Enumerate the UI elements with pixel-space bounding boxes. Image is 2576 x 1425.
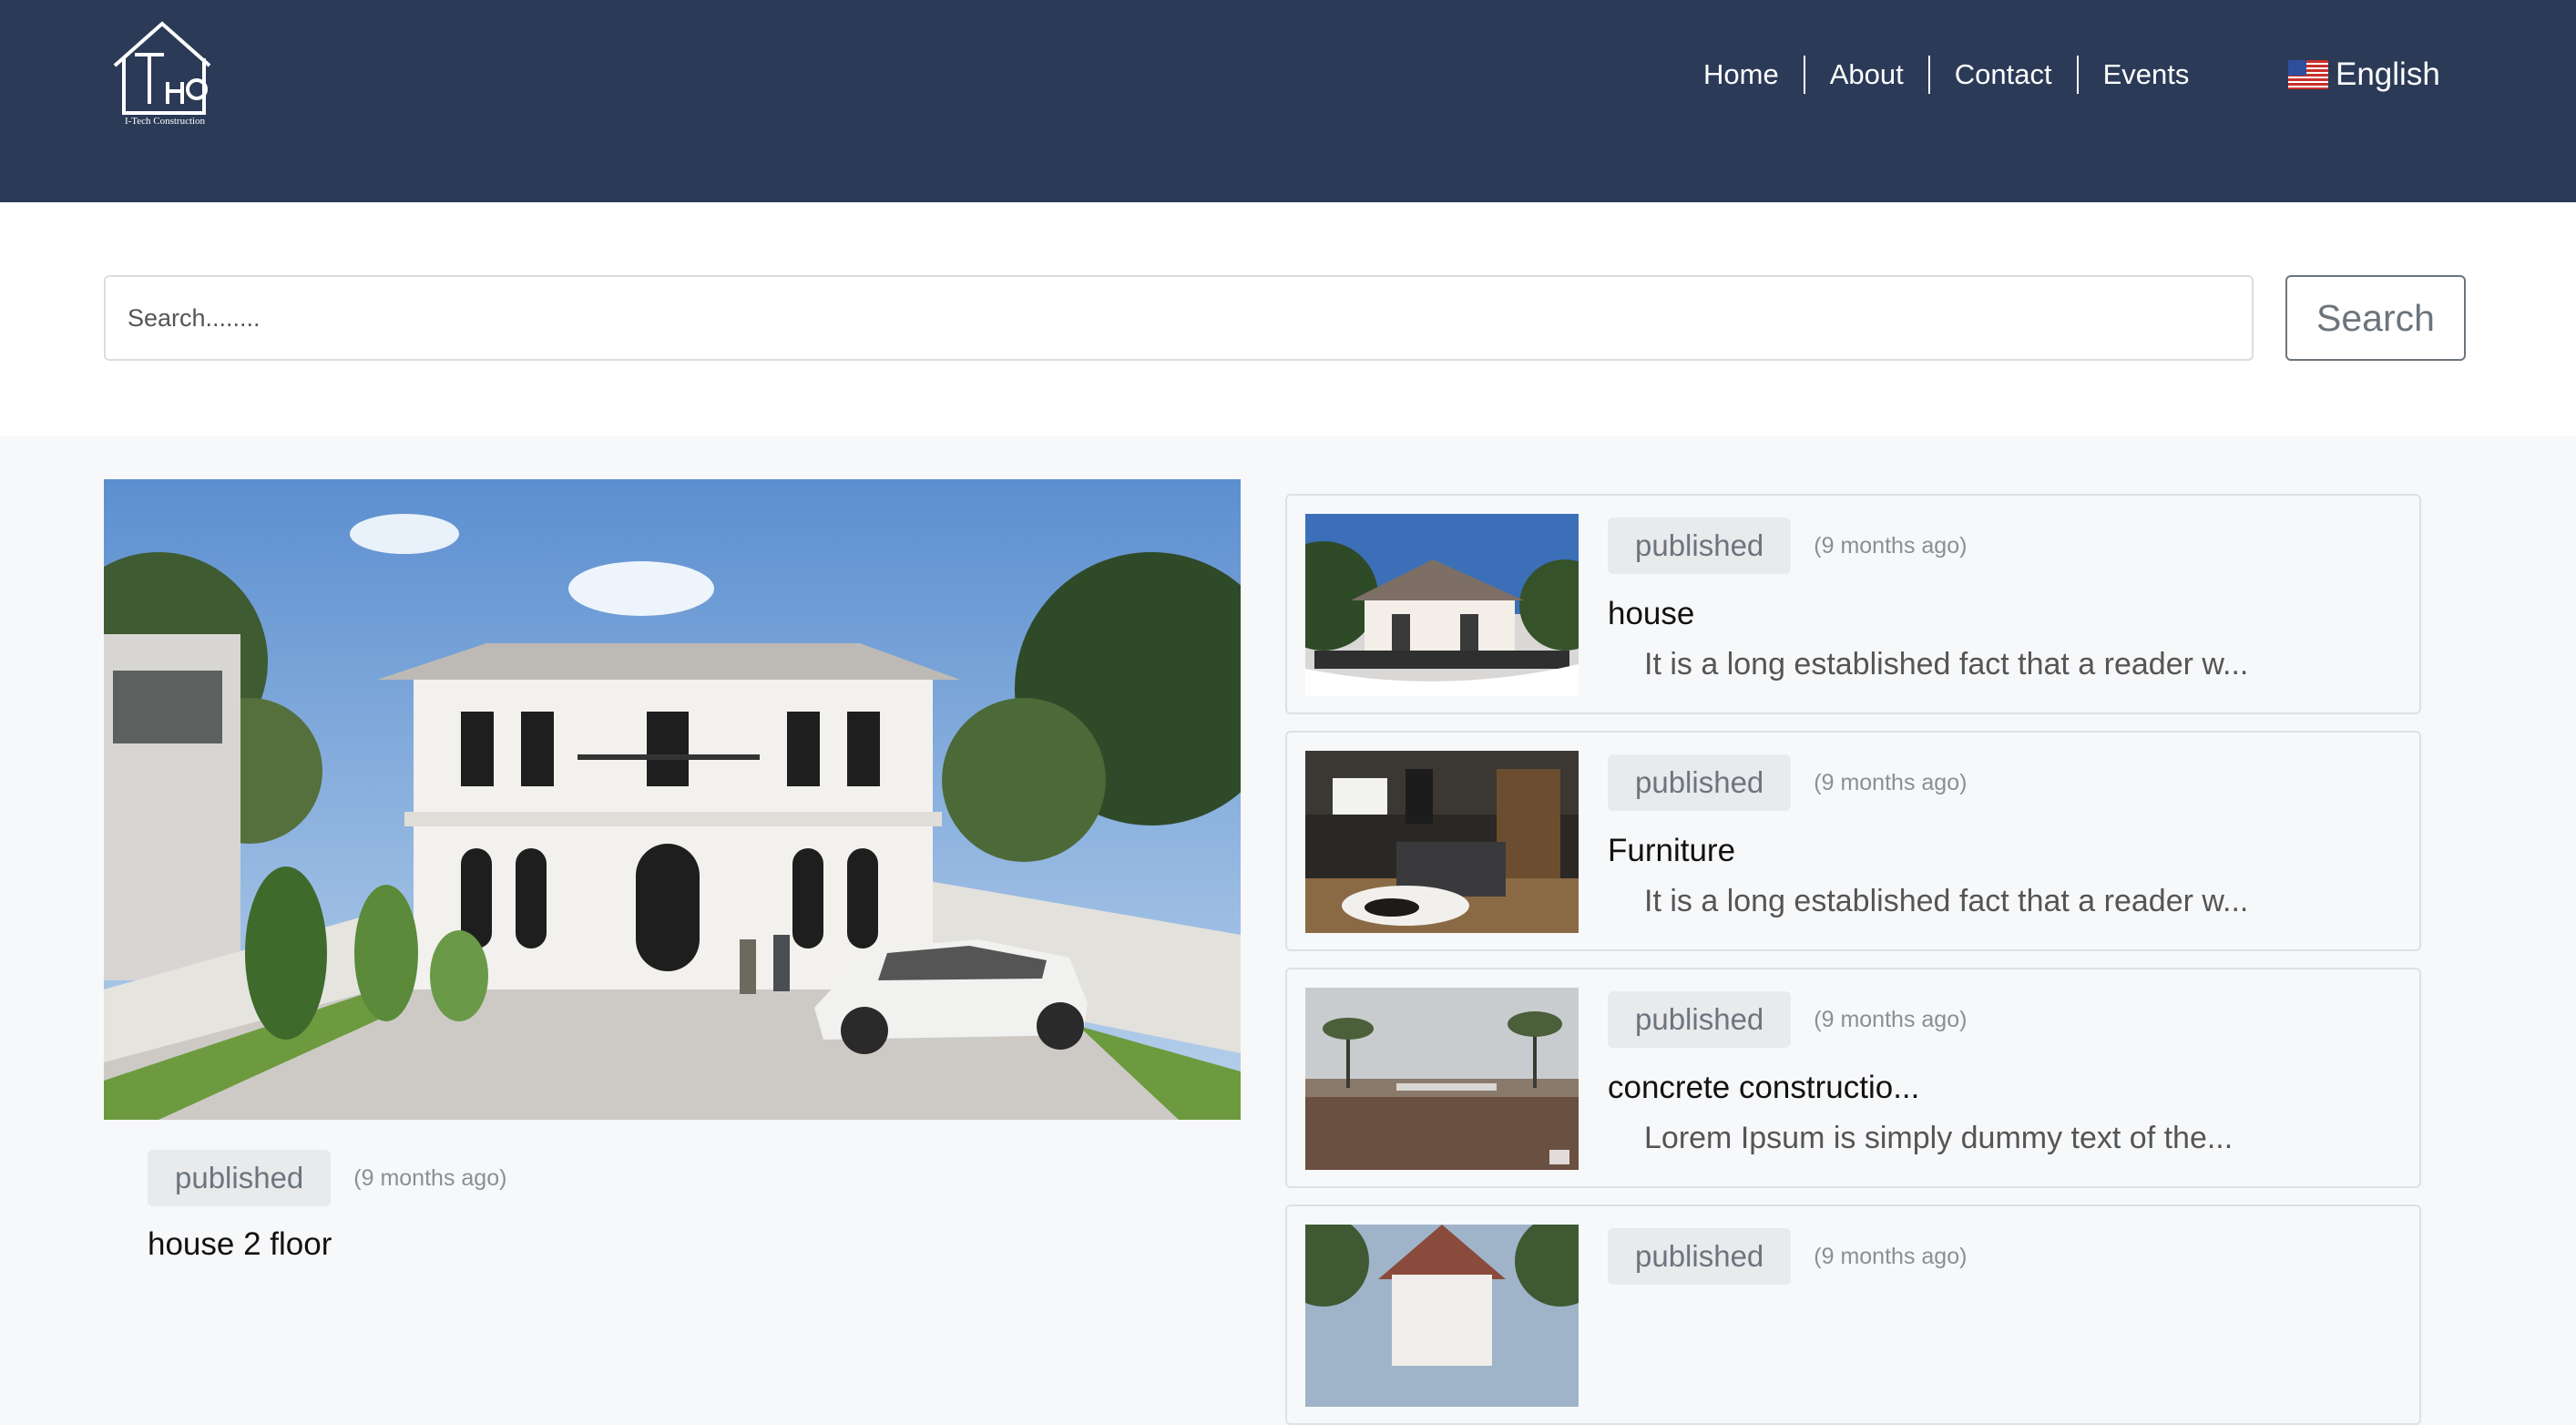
language-selector[interactable]: English <box>2288 53 2440 97</box>
post-thumbnail[interactable] <box>1305 514 1579 696</box>
post-title[interactable]: Furniture <box>1608 833 1735 869</box>
nav-contact[interactable]: Contact <box>1930 56 2077 94</box>
status-badge: published <box>1608 754 1792 811</box>
us-flag-icon <box>2288 60 2328 89</box>
post-card[interactable]: published (9 months ago) concrete constr… <box>1285 968 2421 1188</box>
search-bar: Search <box>0 202 2576 436</box>
nav-about[interactable]: About <box>1805 56 1928 94</box>
status-badge: published <box>1608 991 1792 1048</box>
logo-caption: I-Tech Construction <box>125 116 206 126</box>
site-header: I-Tech Construction Home About Contact E… <box>0 0 2576 202</box>
post-time-ago: (9 months ago) <box>1814 1006 1968 1032</box>
post-excerpt: It is a long established fact that a rea… <box>1644 647 2249 682</box>
main-nav: Home About Contact Events <box>1679 53 2213 97</box>
post-title[interactable]: concrete constructio... <box>1608 1070 1919 1106</box>
post-excerpt: It is a long established fact that a rea… <box>1644 884 2249 918</box>
search-input[interactable] <box>104 275 2254 361</box>
nav-home[interactable]: Home <box>1679 56 1804 94</box>
post-card[interactable]: published (9 months ago) Furniture It is… <box>1285 731 2421 951</box>
post-time-ago: (9 months ago) <box>1814 532 1968 559</box>
status-badge: published <box>148 1150 332 1206</box>
featured-post-meta: published (9 months ago) <box>148 1150 506 1206</box>
post-thumbnail[interactable] <box>1305 751 1579 933</box>
post-card[interactable]: published (9 months ago) house It is a l… <box>1285 494 2421 714</box>
post-thumbnail[interactable] <box>1305 1225 1579 1407</box>
post-time-ago: (9 months ago) <box>1814 769 1968 795</box>
status-badge: published <box>1608 1228 1792 1285</box>
post-meta: published (9 months ago) <box>1608 991 1967 1048</box>
post-title[interactable]: house <box>1608 596 1694 632</box>
nav-events[interactable]: Events <box>2079 56 2214 94</box>
search-button[interactable]: Search <box>2285 275 2466 361</box>
post-time-ago: (9 months ago) <box>353 1164 507 1191</box>
post-excerpt: Lorem Ipsum is simply dummy text of the.… <box>1644 1121 2234 1155</box>
status-badge: published <box>1608 518 1792 574</box>
post-thumbnail[interactable] <box>1305 988 1579 1170</box>
post-card[interactable]: published (9 months ago) <box>1285 1205 2421 1425</box>
featured-post-title[interactable]: house 2 floor <box>148 1226 332 1263</box>
company-logo[interactable]: I-Tech Construction <box>107 18 222 127</box>
featured-post-image[interactable] <box>104 479 1241 1120</box>
post-meta: published (9 months ago) <box>1608 1228 1967 1285</box>
post-meta: published (9 months ago) <box>1608 754 1967 811</box>
post-time-ago: (9 months ago) <box>1814 1243 1968 1269</box>
post-meta: published (9 months ago) <box>1608 518 1967 574</box>
language-label: English <box>2336 56 2440 92</box>
